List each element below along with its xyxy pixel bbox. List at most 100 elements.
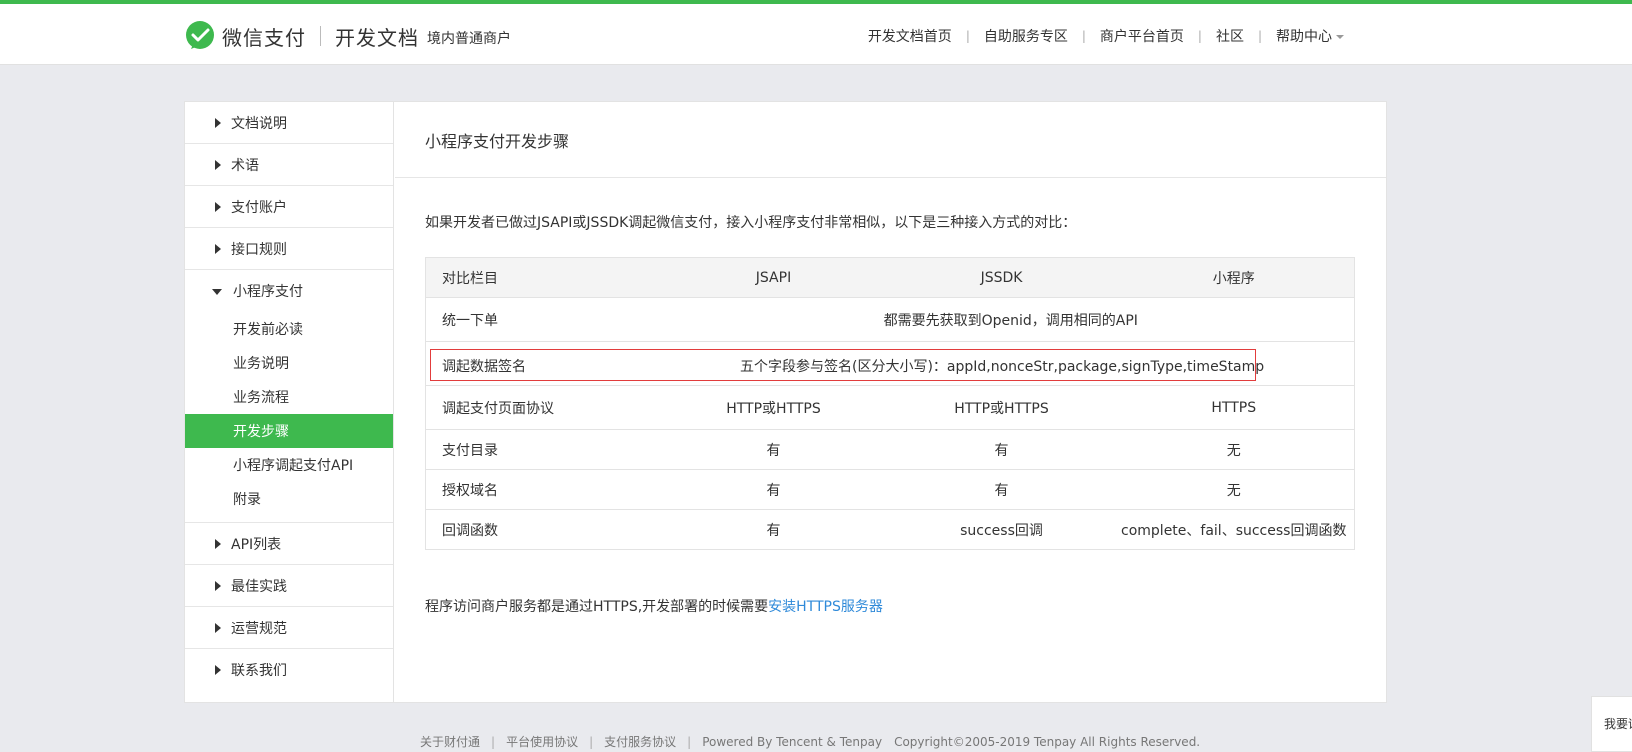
sidebar-item-payment-account[interactable]: 支付账户 [185,186,393,228]
caret-right-icon [215,539,221,549]
nav-divider: | [965,29,970,43]
brand-divider [320,26,321,46]
sidebar-subitem-business-desc[interactable]: 业务说明 [185,346,393,380]
logo[interactable]: 微信支付 开发文档 境内普通商户 [184,20,511,52]
nav-help-center[interactable]: 帮助中心 [1276,26,1344,46]
docs-subtitle: 境内普通商户 [427,31,511,47]
sidebar-item-contact-us[interactable]: 联系我们 [185,649,393,691]
sidebar-subitem-appendix[interactable]: 附录 [185,482,393,516]
nav-merchant-home[interactable]: 商户平台首页 [1100,26,1184,46]
caret-right-icon [215,581,221,591]
sidebar-item-label: API列表 [231,536,282,553]
table-row: 调起支付页面协议 HTTP或HTTPS HTTP或HTTPS HTTPS [425,385,1355,430]
table-header-cell: 对比栏目 [425,257,658,298]
table-cell: 有 [889,469,1114,510]
nav-divider: | [1257,29,1262,43]
https-note-text: 程序访问商户服务都是通过HTTPS,开发部署的时候需要 [425,599,769,615]
nav-docs-home[interactable]: 开发文档首页 [868,26,952,46]
docs-title: 开发文档 [335,25,419,50]
footer-divider: | [687,734,692,749]
nav-community[interactable]: 社区 [1216,26,1244,46]
caret-down-icon [212,289,222,295]
highlight-cell: 调起数据签名 五个字段参与签名(区分大小写)：appId,nonceStr,pa… [425,341,1355,386]
sidebar-item-label: 联系我们 [231,663,287,679]
footer-divider: | [589,734,594,749]
table-header-row: 对比栏目 JSAPI JSSDK 小程序 [425,257,1355,298]
top-nav: 开发文档首页 | 自助服务专区 | 商户平台首页 | 社区 | 帮助中心 [868,26,1344,46]
table-row: 支付目录 有 有 无 [425,429,1355,470]
table-cell: 无 [1113,429,1355,470]
table-cell: 统一下单 [425,297,658,342]
sidebar-item-api-rules[interactable]: 接口规则 [185,228,393,270]
sidebar-item-label: 运营规范 [231,620,287,637]
sidebar: 文档说明 术语 支付账户 接口规则 小程序支付 开发前必读 业务说明 业务流程 … [185,102,394,702]
sidebar-subitem-dev-steps[interactable]: 开发步骤 [185,414,393,448]
table-cell: 有 [657,469,890,510]
sidebar-item-label: 术语 [231,157,259,174]
table-row: 统一下单 都需要先获取到Openid，调用相同的API [425,297,1355,342]
content-area: 小程序支付开发步骤 如果开发者已做过JSAPI或JSSDK调起微信支付，接入小程… [395,102,1386,702]
footer-link-platform-agreement[interactable]: 平台使用协议 [506,733,578,750]
chevron-down-icon [1336,35,1344,39]
nav-self-service[interactable]: 自助服务专区 [984,26,1068,46]
sidebar-item-terms[interactable]: 术语 [185,144,393,186]
page-footer: 关于财付通 | 平台使用协议 | 支付服务协议 | Powered By Ten… [420,733,1200,750]
sidebar-item-best-practice[interactable]: 最佳实践 [185,565,393,607]
sidebar-item-label: 最佳实践 [231,578,287,595]
table-header-cell: 小程序 [1113,257,1355,298]
footer-copyright: Copyright©2005-2019 Tenpay All Rights Re… [894,734,1201,749]
footer-powered: Powered By Tencent & Tenpay [702,734,883,749]
wechat-pay-icon [186,21,214,49]
caret-right-icon [215,244,221,254]
sidebar-item-api-list[interactable]: API列表 [185,523,393,565]
table-cell: 有 [657,429,890,470]
caret-right-icon [215,623,221,633]
table-cell: 有 [889,429,1114,470]
caret-right-icon [215,118,221,128]
install-https-link[interactable]: 安装HTTPS服务器 [768,599,883,615]
sidebar-item-label: 支付账户 [231,199,287,216]
page-title: 小程序支付开发步骤 [395,102,1386,178]
sidebar-item-miniprogram-pay[interactable]: 小程序支付 [185,270,393,312]
table-cell: 有 [657,509,890,550]
footer-divider: | [491,734,496,749]
table-cell: 回调函数 [425,509,658,550]
table-row-highlighted: 调起数据签名 五个字段参与签名(区分大小写)：appId,nonceStr,pa… [425,341,1355,386]
sidebar-sublist: 开发前必读 业务说明 业务流程 开发步骤 小程序调起支付API 附录 [185,312,393,523]
sidebar-subitem-invoke-pay-api[interactable]: 小程序调起支付API [185,448,393,482]
caret-right-icon [215,160,221,170]
nav-divider: | [1081,29,1086,43]
main-panel: 文档说明 术语 支付账户 接口规则 小程序支付 开发前必读 业务说明 业务流程 … [184,101,1387,703]
table-cell: 五个字段参与签名(区分大小写)：appId,nonceStr,package,s… [740,359,1265,375]
sidebar-item-operation-rules[interactable]: 运营规范 [185,607,393,649]
nav-help-label: 帮助中心 [1276,29,1332,45]
table-cell: 都需要先获取到Openid，调用相同的API [657,297,1355,342]
table-cell: HTTP或HTTPS [889,385,1114,430]
intro-text: 如果开发者已做过JSAPI或JSSDK调起微信支付，接入小程序支付非常相似，以下… [425,215,1077,231]
table-cell: success回调 [889,509,1114,550]
table-row: 授权域名 有 有 无 [425,469,1355,510]
caret-right-icon [215,202,221,212]
table-cell: 授权域名 [425,469,658,510]
table-cell: HTTPS [1113,385,1355,430]
sidebar-item-doc-intro[interactable]: 文档说明 [185,102,393,144]
table-header-cell: JSSDK [889,257,1114,298]
nav-divider: | [1197,29,1202,43]
caret-right-icon [215,665,221,675]
sidebar-item-label: 文档说明 [231,115,287,132]
sidebar-item-label: 小程序支付 [233,284,303,300]
sidebar-item-label: 接口规则 [231,241,287,258]
table-row: 回调函数 有 success回调 complete、fail、success回调… [425,509,1355,550]
https-note: 程序访问商户服务都是通过HTTPS,开发部署的时候需要安装HTTPS服务器 [425,596,883,616]
footer-link-payment-agreement[interactable]: 支付服务协议 [604,733,676,750]
table-cell: 调起数据签名 [442,359,526,375]
table-cell: 调起支付页面协议 [425,385,658,430]
sidebar-subitem-prereading[interactable]: 开发前必读 [185,312,393,346]
table-cell: complete、fail、success回调函数 [1113,509,1355,550]
table-header-cell: JSAPI [657,257,890,298]
sidebar-subitem-business-flow[interactable]: 业务流程 [185,380,393,414]
footer-link-about[interactable]: 关于财付通 [420,733,480,750]
table-cell: 支付目录 [425,429,658,470]
table-cell: HTTP或HTTPS [657,385,890,430]
feedback-float-button[interactable]: 我要评价 [1591,696,1632,752]
